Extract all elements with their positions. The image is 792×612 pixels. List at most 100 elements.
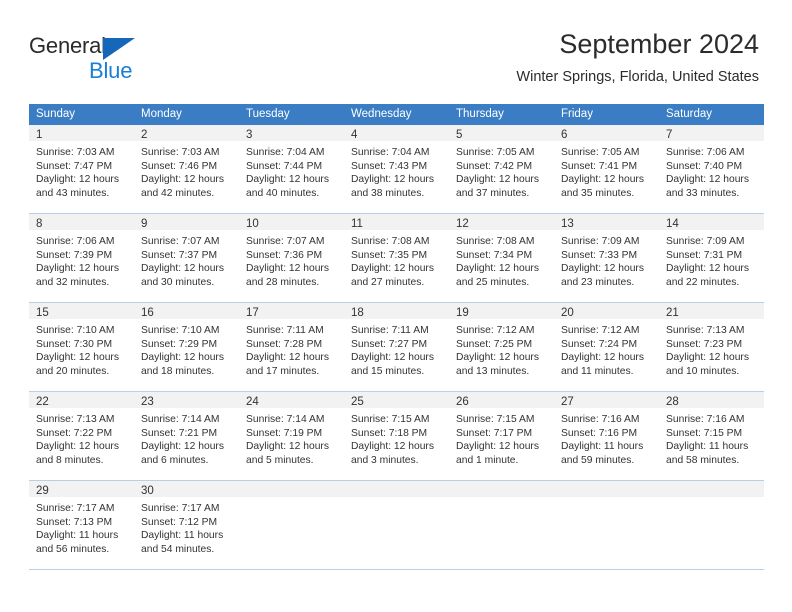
day-info: Sunrise: 7:06 AM Sunset: 7:40 PM Daylight:… — [659, 141, 764, 201]
day-number: 17 — [246, 307, 259, 319]
calendar-day-cell[interactable]: 5 Sunrise: 7:05 AM Sunset: 7:42 PM Daylight… — [449, 125, 554, 213]
sunset-time: Sunset: 7:31 PM — [666, 249, 743, 261]
day-number-band: 30 — [134, 481, 239, 497]
daylight-duration-line2: and 15 minutes. — [351, 366, 425, 378]
calendar-day-cell[interactable]: 23 Sunrise: 7:14 AM Sunset: 7:21 PM Dayligh… — [134, 392, 239, 480]
calendar-day-cell[interactable]: 4 Sunrise: 7:04 AM Sunset: 7:43 PM Daylight… — [344, 125, 449, 213]
calendar-day-cell[interactable]: 28 Sunrise: 7:16 AM Sunset: 7:15 PM Dayligh… — [659, 392, 764, 480]
calendar-day-cell[interactable]: 29 Sunrise: 7:17 AM Sunset: 7:13 PM Dayligh… — [29, 481, 134, 569]
page-title: September 2024 — [559, 29, 759, 59]
day-info: Sunrise: 7:14 AM Sunset: 7:21 PM Daylight:… — [134, 408, 239, 468]
day-number-band: 19 — [449, 303, 554, 319]
day-number-band: 6 — [554, 125, 659, 141]
daylight-duration-line2: and 28 minutes. — [246, 277, 320, 289]
daylight-duration-line1: Daylight: 12 hours — [351, 174, 434, 186]
sunset-time: Sunset: 7:12 PM — [141, 516, 218, 528]
daylight-duration-line2: and 3 minutes. — [351, 455, 419, 467]
daylight-duration-line2: and 54 minutes. — [141, 544, 215, 556]
calendar-day-cell[interactable]: 30 Sunrise: 7:17 AM Sunset: 7:12 PM Dayligh… — [134, 481, 239, 569]
calendar-day-cell[interactable]: 12 Sunrise: 7:08 AM Sunset: 7:34 PM Dayligh… — [449, 214, 554, 302]
day-number-band: 24 — [239, 392, 344, 408]
daylight-duration-line2: and 30 minutes. — [141, 277, 215, 289]
calendar-week-row: 29 Sunrise: 7:17 AM Sunset: 7:13 PM Dayligh… — [29, 481, 764, 570]
daylight-duration-line2: and 32 minutes. — [36, 277, 110, 289]
calendar-day-cell[interactable]: 6 Sunrise: 7:05 AM Sunset: 7:41 PM Daylight… — [554, 125, 659, 213]
calendar-day-cell-empty — [449, 481, 554, 569]
daylight-duration-line1: Daylight: 12 hours — [141, 263, 224, 275]
sunset-time: Sunset: 7:41 PM — [561, 160, 638, 172]
weekday-header-thursday: Thursday — [456, 108, 504, 120]
day-number: 15 — [36, 307, 49, 319]
day-info: Sunrise: 7:10 AM Sunset: 7:30 PM Daylight:… — [29, 319, 134, 379]
calendar-day-cell[interactable]: 19 Sunrise: 7:12 AM Sunset: 7:25 PM Dayligh… — [449, 303, 554, 391]
page-header: General Blue September 2024 Winter Sprin… — [0, 0, 792, 100]
calendar-day-cell[interactable]: 17 Sunrise: 7:11 AM Sunset: 7:28 PM Dayligh… — [239, 303, 344, 391]
day-number-band: 14 — [659, 214, 764, 230]
daylight-duration-line1: Daylight: 12 hours — [666, 174, 749, 186]
calendar-day-cell[interactable]: 16 Sunrise: 7:10 AM Sunset: 7:29 PM Dayligh… — [134, 303, 239, 391]
calendar-day-cell[interactable]: 7 Sunrise: 7:06 AM Sunset: 7:40 PM Daylight… — [659, 125, 764, 213]
day-info: Sunrise: 7:13 AM Sunset: 7:23 PM Daylight:… — [659, 319, 764, 379]
day-number-band: 15 — [29, 303, 134, 319]
calendar-day-cell[interactable]: 13 Sunrise: 7:09 AM Sunset: 7:33 PM Dayligh… — [554, 214, 659, 302]
weekday-header-tuesday: Tuesday — [246, 108, 290, 120]
weekday-header-row: Sunday Monday Tuesday Wednesday Thursday Frid… — [29, 104, 764, 125]
day-number: 18 — [351, 307, 364, 319]
calendar-day-cell[interactable]: 2 Sunrise: 7:03 AM Sunset: 7:46 PM Daylight… — [134, 125, 239, 213]
calendar-page: General Blue September 2024 Winter Sprin… — [0, 0, 792, 612]
day-info: Sunrise: 7:08 AM Sunset: 7:34 PM Daylight:… — [449, 230, 554, 290]
daylight-duration-line2: and 33 minutes. — [666, 188, 740, 200]
daylight-duration-line2: and 27 minutes. — [351, 277, 425, 289]
day-number-band: 5 — [449, 125, 554, 141]
day-number-band: 25 — [344, 392, 449, 408]
calendar-day-cell[interactable]: 11 Sunrise: 7:08 AM Sunset: 7:35 PM Dayligh… — [344, 214, 449, 302]
day-number-band: 17 — [239, 303, 344, 319]
day-number-band: 9 — [134, 214, 239, 230]
day-info: Sunrise: 7:12 AM Sunset: 7:24 PM Daylight:… — [554, 319, 659, 379]
calendar-week-row: 8 Sunrise: 7:06 AM Sunset: 7:39 PM Daylight… — [29, 214, 764, 303]
day-number: 24 — [246, 396, 259, 408]
calendar-day-cell[interactable]: 15 Sunrise: 7:10 AM Sunset: 7:30 PM Dayligh… — [29, 303, 134, 391]
day-info: Sunrise: 7:07 AM Sunset: 7:36 PM Daylight:… — [239, 230, 344, 290]
day-info: Sunrise: 7:08 AM Sunset: 7:35 PM Daylight:… — [344, 230, 449, 290]
calendar-day-cell[interactable]: 26 Sunrise: 7:15 AM Sunset: 7:17 PM Dayligh… — [449, 392, 554, 480]
day-info: Sunrise: 7:11 AM Sunset: 7:28 PM Daylight:… — [239, 319, 344, 379]
calendar-day-cell[interactable]: 24 Sunrise: 7:14 AM Sunset: 7:19 PM Dayligh… — [239, 392, 344, 480]
calendar-day-cell[interactable]: 14 Sunrise: 7:09 AM Sunset: 7:31 PM Dayligh… — [659, 214, 764, 302]
sunrise-time: Sunrise: 7:09 AM — [561, 236, 640, 247]
calendar-day-cell[interactable]: 21 Sunrise: 7:13 AM Sunset: 7:23 PM Dayligh… — [659, 303, 764, 391]
day-info: Sunrise: 7:07 AM Sunset: 7:37 PM Daylight:… — [134, 230, 239, 290]
sunrise-time: Sunrise: 7:16 AM — [561, 414, 640, 425]
day-info: Sunrise: 7:15 AM Sunset: 7:17 PM Daylight:… — [449, 408, 554, 468]
day-info: Sunrise: 7:06 AM Sunset: 7:39 PM Daylight:… — [29, 230, 134, 290]
daylight-duration-line2: and 22 minutes. — [666, 277, 740, 289]
sunset-time: Sunset: 7:25 PM — [456, 338, 533, 350]
day-number-band: 1 — [29, 125, 134, 141]
sunset-time: Sunset: 7:39 PM — [36, 249, 113, 261]
day-number: 5 — [456, 129, 463, 141]
calendar-day-cell[interactable]: 8 Sunrise: 7:06 AM Sunset: 7:39 PM Daylight… — [29, 214, 134, 302]
calendar-day-cell[interactable]: 27 Sunrise: 7:16 AM Sunset: 7:16 PM Dayligh… — [554, 392, 659, 480]
calendar-day-cell[interactable]: 25 Sunrise: 7:15 AM Sunset: 7:18 PM Dayligh… — [344, 392, 449, 480]
sunset-time: Sunset: 7:42 PM — [456, 160, 533, 172]
day-number: 21 — [666, 307, 679, 319]
daylight-duration-line2: and 40 minutes. — [246, 188, 320, 200]
daylight-duration-line2: and 35 minutes. — [561, 188, 635, 200]
calendar-day-cell[interactable]: 20 Sunrise: 7:12 AM Sunset: 7:24 PM Dayligh… — [554, 303, 659, 391]
day-number: 3 — [246, 129, 253, 141]
general-blue-logo[interactable]: General Blue — [29, 33, 199, 85]
calendar-day-cell[interactable]: 18 Sunrise: 7:11 AM Sunset: 7:27 PM Dayligh… — [344, 303, 449, 391]
calendar-day-cell[interactable]: 1 Sunrise: 7:03 AM Sunset: 7:47 PM Daylight… — [29, 125, 134, 213]
calendar-day-cell[interactable]: 10 Sunrise: 7:07 AM Sunset: 7:36 PM Dayligh… — [239, 214, 344, 302]
calendar-week-row: 22 Sunrise: 7:13 AM Sunset: 7:22 PM Dayligh… — [29, 392, 764, 481]
day-info: Sunrise: 7:04 AM Sunset: 7:43 PM Daylight:… — [344, 141, 449, 201]
sunrise-time: Sunrise: 7:05 AM — [456, 147, 535, 158]
calendar-day-cell[interactable]: 3 Sunrise: 7:04 AM Sunset: 7:44 PM Daylight… — [239, 125, 344, 213]
calendar-day-cell[interactable]: 22 Sunrise: 7:13 AM Sunset: 7:22 PM Dayligh… — [29, 392, 134, 480]
day-number-band: 26 — [449, 392, 554, 408]
daylight-duration-line1: Daylight: 12 hours — [456, 263, 539, 275]
calendar-day-cell[interactable]: 9 Sunrise: 7:07 AM Sunset: 7:37 PM Daylight… — [134, 214, 239, 302]
day-number: 11 — [351, 218, 363, 230]
sunset-time: Sunset: 7:23 PM — [666, 338, 743, 350]
daylight-duration-line1: Daylight: 12 hours — [246, 263, 329, 275]
